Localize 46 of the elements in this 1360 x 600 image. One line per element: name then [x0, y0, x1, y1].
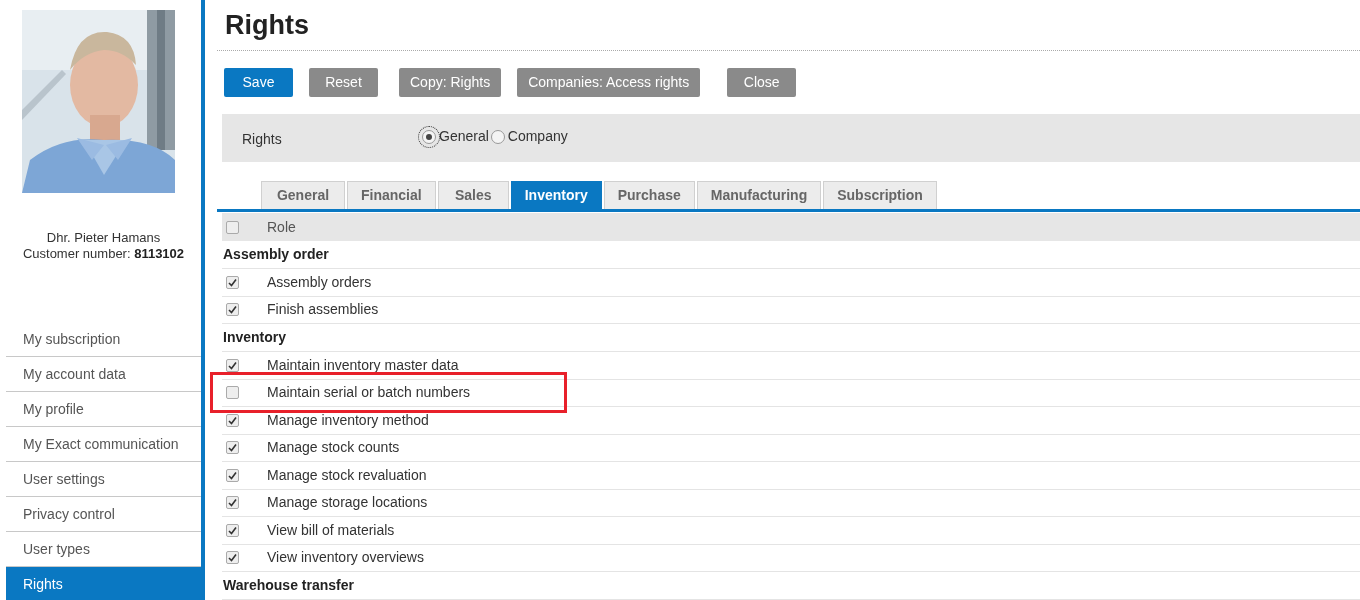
page-title: Rights: [224, 9, 310, 42]
toolbar-button[interactable]: Copy: Rights: [399, 68, 502, 97]
permission-label: Maintain inventory master data: [267, 355, 459, 375]
scope-label: Rights: [242, 129, 283, 149]
checkbox[interactable]: [226, 358, 239, 372]
permission-label: Manage stock counts: [267, 438, 400, 458]
checkbox[interactable]: [226, 523, 239, 537]
checkbox[interactable]: [226, 275, 239, 289]
checkbox[interactable]: [226, 220, 239, 234]
toolbar-button[interactable]: Companies: Access rights: [517, 68, 701, 97]
sidebar-item[interactable]: Rights: [6, 567, 201, 600]
tab[interactable]: Financial: [347, 181, 436, 209]
checkbox[interactable]: [226, 413, 239, 427]
checkbox[interactable]: [226, 303, 239, 317]
customer-number: Customer number: 8113102: [21, 246, 186, 262]
checkbox[interactable]: [226, 496, 239, 510]
tab[interactable]: General: [261, 181, 345, 209]
save-button[interactable]: Save: [224, 68, 293, 97]
user-name: Dhr. Pieter Hamans: [45, 230, 162, 246]
checkbox[interactable]: [226, 468, 239, 482]
tab[interactable]: Subscription: [823, 181, 937, 209]
checkbox[interactable]: [226, 441, 239, 455]
checkbox[interactable]: [226, 386, 239, 400]
permission-label: Assembly orders: [267, 272, 372, 292]
permission-label: Manage inventory method: [267, 410, 429, 430]
column-header: Role: [267, 217, 296, 237]
permission-label: Manage storage locations: [267, 493, 428, 513]
radio-button[interactable]: [490, 129, 505, 144]
group-heading: Assembly order: [222, 245, 329, 264]
permission-label: View bill of materials: [267, 520, 395, 540]
tab[interactable]: Sales: [437, 181, 509, 209]
radio-label[interactable]: Company: [507, 126, 568, 147]
radio-label[interactable]: General: [439, 126, 489, 147]
tab[interactable]: Inventory: [510, 181, 602, 209]
permission-label: Maintain serial or batch numbers: [267, 383, 471, 403]
permission-label: View inventory overviews: [267, 548, 424, 568]
permission-label: Finish assemblies: [267, 300, 379, 320]
tab[interactable]: Purchase: [603, 181, 695, 209]
group-heading: Inventory: [222, 328, 286, 347]
group-heading: Warehouse transfer: [222, 576, 354, 595]
tab[interactable]: Manufacturing: [696, 181, 822, 209]
toolbar-button[interactable]: Close: [727, 68, 797, 97]
permission-label: Manage stock revaluation: [267, 465, 427, 485]
radio-button[interactable]: [422, 129, 436, 144]
toolbar-button[interactable]: Reset: [309, 68, 378, 97]
checkbox[interactable]: [226, 551, 239, 565]
